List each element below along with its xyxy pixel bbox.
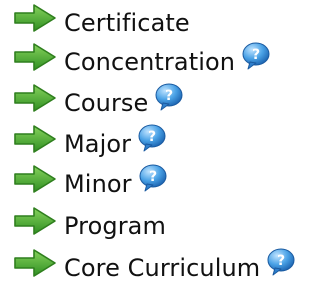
list-item-course[interactable]: Course ? [0, 83, 184, 121]
green-arrow-icon [12, 206, 58, 236]
list-item-major[interactable]: Major ? [0, 124, 167, 162]
green-arrow-icon [12, 248, 58, 278]
list-item-label: Program [64, 212, 166, 240]
list-item-label: Concentration [64, 48, 236, 76]
green-arrow-icon [12, 124, 58, 154]
svg-text:?: ? [277, 253, 285, 269]
list-item-concentration[interactable]: Concentration ? [0, 42, 271, 80]
help-bubble-icon[interactable]: ? [137, 124, 167, 152]
list-item-certificate[interactable]: Certificate [0, 3, 190, 41]
list-item-label: Certificate [64, 9, 190, 37]
list-item-core-curriculum[interactable]: Core Curriculum ? [0, 248, 296, 286]
help-bubble-icon[interactable]: ? [241, 42, 271, 70]
list-item-label: Course [64, 89, 149, 117]
list-item-minor[interactable]: Minor ? [0, 164, 168, 202]
svg-text:?: ? [148, 129, 156, 145]
program-type-list: Certificate Concentration ? Course ? Maj… [0, 0, 327, 286]
list-item-label: Minor [64, 170, 132, 198]
green-arrow-icon [12, 164, 58, 194]
help-bubble-icon[interactable]: ? [266, 248, 296, 276]
list-item-program[interactable]: Program [0, 206, 166, 244]
help-bubble-icon[interactable]: ? [154, 83, 184, 111]
svg-text:?: ? [165, 88, 173, 104]
list-item-label: Core Curriculum [64, 254, 261, 282]
list-item-label: Major [64, 130, 132, 158]
green-arrow-icon [12, 42, 58, 72]
green-arrow-icon [12, 83, 58, 113]
svg-text:?: ? [149, 169, 157, 185]
help-bubble-icon[interactable]: ? [138, 164, 168, 192]
svg-text:?: ? [252, 47, 260, 63]
green-arrow-icon [12, 3, 58, 33]
